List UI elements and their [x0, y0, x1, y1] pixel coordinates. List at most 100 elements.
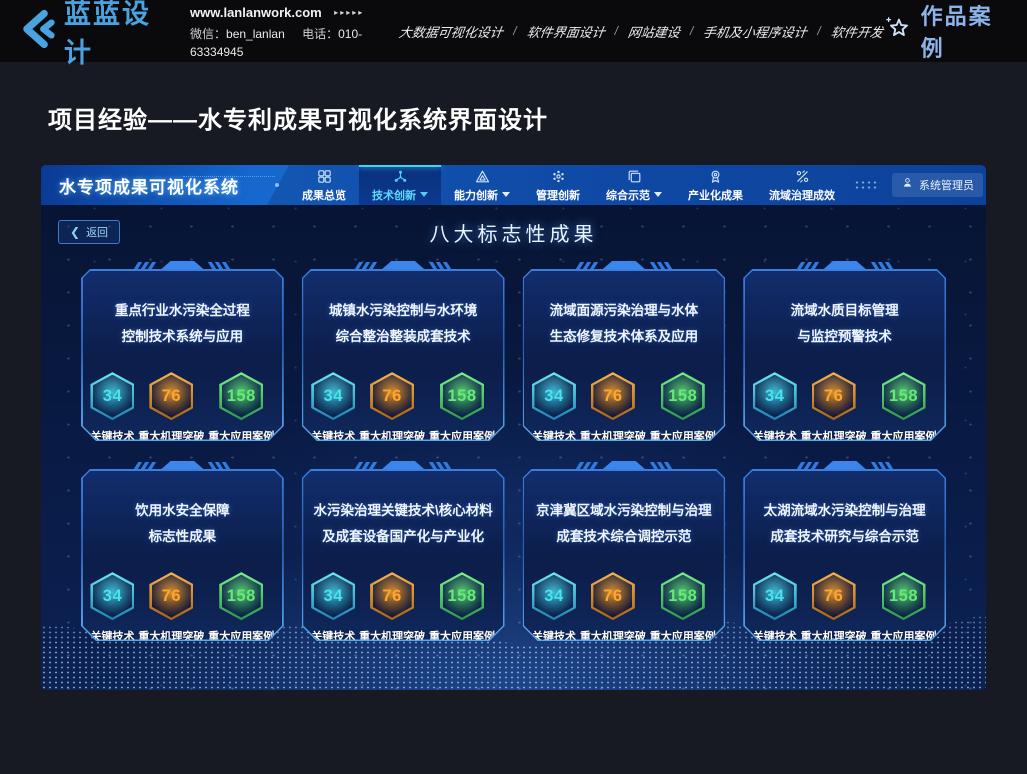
badge-value: 158 [448, 587, 477, 606]
wechat-label: 微信： [190, 27, 226, 41]
card-title-line2: 成套技术综合调控示范 [524, 524, 724, 550]
badge-hexagon-icon: 34 [90, 572, 134, 620]
badge-hexagon-icon: 158 [661, 372, 705, 420]
header-menu: 大数据可视化设计/软件界面设计/网站建设/手机及小程序设计/软件开发 [399, 22, 882, 41]
back-button[interactable]: ❮ 返回 [58, 220, 120, 244]
badges-row: 34 关键技术 76 重大机理突破 158 重大应用案例 [303, 372, 503, 444]
menu-separator: / [817, 24, 820, 38]
section-heading: 八大标志性成果 [41, 205, 986, 247]
achievement-card[interactable]: 水污染治理关键技术\核心材料 及成套设备国产化与产业化 34 关键技术 76 重… [302, 469, 505, 641]
nav-item[interactable]: 能力创新 [441, 165, 523, 205]
chevron-left-icon: ❮ [70, 226, 80, 238]
badge-label: 关键技术 [311, 628, 355, 644]
stat-badge: 158 重大应用案例 [429, 572, 495, 644]
website-arrows: ▸▸▸▸▸ [334, 8, 364, 17]
stat-badge: 76 重大机理突破 [580, 572, 646, 644]
dropdown-caret-icon [654, 192, 662, 197]
stat-badge: 34 关键技术 [532, 372, 576, 444]
badge-value: 34 [544, 587, 563, 606]
achievement-card[interactable]: 流域水质目标管理 与监控预警技术 34 关键技术 76 重大机理突破 158 重… [743, 269, 946, 441]
card-title-line1: 流域面源污染治理与水体 [524, 298, 724, 324]
badge-value: 34 [324, 587, 343, 606]
website-link[interactable]: www.lanlanwork.com [190, 5, 322, 20]
badge-label: 重大应用案例 [650, 628, 716, 644]
dots-decoration [854, 180, 880, 190]
badge-hexagon-icon: 158 [882, 572, 926, 620]
nav-item-label: 流域治理成效 [769, 187, 835, 203]
wechat-value: ben_lanlan [226, 27, 285, 41]
nav-item[interactable]: 技术创新 [359, 165, 441, 205]
nav-item-label: 综合示范 [606, 187, 650, 203]
achievement-card[interactable]: 城镇水污染控制与水环境 综合整治整装成套技术 34 关键技术 76 重大机理突破… [302, 269, 505, 441]
badge-hexagon-icon: 34 [532, 372, 576, 420]
nav-item[interactable]: 综合示范 [593, 165, 675, 205]
badge-hexagon-icon: 76 [812, 372, 856, 420]
menu-separator: / [615, 24, 618, 38]
badge-value: 76 [382, 387, 401, 406]
phone-label: 电话： [302, 27, 338, 41]
nav-item[interactable]: 产业化成果 [675, 165, 756, 205]
card-title-line2: 控制技术系统与应用 [83, 324, 283, 350]
card-title-line1: 水污染治理关键技术\核心材料 [303, 498, 503, 524]
card-inner: 流域面源污染治理与水体 生态修复技术体系及应用 34 关键技术 76 重大机理突… [524, 271, 724, 440]
card-top-decoration [136, 261, 228, 269]
site-header: 蓝蓝设计 www.lanlanwork.com ▸▸▸▸▸ 微信：ben_lan… [0, 0, 1027, 62]
admin-button[interactable]: 系统管理员 [892, 173, 983, 197]
dashboard-content: ❮ 返回 八大标志性成果 重点行业水污染全过程 控制技术系统与应用 34 关键技… [41, 205, 986, 690]
admin-label: 系统管理员 [919, 177, 974, 193]
portfolio-button[interactable]: 作品案例 [883, 0, 1007, 63]
card-title-line2: 与监控预警技术 [745, 324, 945, 350]
achievement-card[interactable]: 饮用水安全保障 标志性成果 34 关键技术 76 重大机理突破 158 重大应用… [81, 469, 284, 641]
card-title-line1: 流域水质目标管理 [745, 298, 945, 324]
achievement-card[interactable]: 京津冀区域水污染控制与治理 成套技术综合调控示范 34 关键技术 76 重大机理… [523, 469, 726, 641]
badges-row: 34 关键技术 76 重大机理突破 158 重大应用案例 [745, 372, 945, 444]
badges-row: 34 关键技术 76 重大机理突破 158 重大应用案例 [83, 372, 283, 444]
header-menu-item[interactable]: 手机及小程序设计 [702, 22, 809, 41]
badge-hexagon-icon: 34 [753, 372, 797, 420]
badge-hexagon-icon: 158 [882, 372, 926, 420]
card-title: 水污染治理关键技术\核心材料 及成套设备国产化与产业化 [303, 498, 503, 551]
percent-icon [794, 168, 811, 185]
stat-badge: 34 关键技术 [753, 572, 797, 644]
lanlan-logo-icon [14, 9, 58, 54]
badges-row: 34 关键技术 76 重大机理突破 158 重大应用案例 [83, 572, 283, 644]
stat-badge: 34 关键技术 [532, 572, 576, 644]
badge-value: 76 [162, 587, 181, 606]
header-menu-item[interactable]: 大数据可视化设计 [398, 22, 505, 41]
badges-row: 34 关键技术 76 重大机理突破 158 重大应用案例 [524, 572, 724, 644]
nav-item[interactable]: 流域治理成效 [756, 165, 848, 205]
achievement-card[interactable]: 太湖流域水污染控制与治理 成套技术研究与综合示范 34 关键技术 76 重大机理… [743, 469, 946, 641]
badge-label: 关键技术 [90, 628, 134, 644]
card-title-line2: 及成套设备国产化与产业化 [303, 524, 503, 550]
badge-hexagon-icon: 76 [370, 572, 414, 620]
nav-item[interactable]: 管理创新 [523, 165, 593, 205]
nav-right: 系统管理员 [848, 165, 986, 205]
badge-value: 158 [227, 387, 256, 406]
badge-value: 76 [824, 387, 843, 406]
menu-separator: / [690, 24, 693, 38]
site-logo[interactable]: 蓝蓝设计 [14, 0, 168, 70]
card-top-decoration [578, 461, 670, 469]
dropdown-caret-icon [502, 192, 510, 197]
stat-badge: 34 关键技术 [90, 372, 134, 444]
badge-value: 158 [889, 587, 918, 606]
card-top-decoration [578, 261, 670, 269]
badge-label: 重大应用案例 [871, 628, 937, 644]
header-menu-item[interactable]: 软件界面设计 [525, 22, 606, 41]
badge-label: 重大机理突破 [138, 428, 204, 444]
header-menu-item[interactable]: 软件开发 [829, 22, 884, 41]
card-inner: 流域水质目标管理 与监控预警技术 34 关键技术 76 重大机理突破 158 重… [745, 271, 945, 440]
header-menu-item[interactable]: 网站建设 [627, 22, 682, 41]
nav-item[interactable]: 成果总览 [289, 165, 359, 205]
flower-icon [550, 168, 567, 185]
achievement-card[interactable]: 流域面源污染治理与水体 生态修复技术体系及应用 34 关键技术 76 重大机理突… [523, 269, 726, 441]
nav-item-label: 能力创新 [454, 187, 498, 203]
achievement-card[interactable]: 重点行业水污染全过程 控制技术系统与应用 34 关键技术 76 重大机理突破 1… [81, 269, 284, 441]
card-inner: 水污染治理关键技术\核心材料 及成套设备国产化与产业化 34 关键技术 76 重… [303, 471, 503, 640]
nav-item-label: 管理创新 [536, 187, 580, 203]
card-title: 京津冀区域水污染控制与治理 成套技术综合调控示范 [524, 498, 724, 551]
star-icon [883, 14, 913, 49]
badge-value: 76 [603, 387, 622, 406]
badge-value: 76 [603, 587, 622, 606]
nav-items: 成果总览 技术创新 能力创新 管理创新 综合示范 [289, 165, 848, 205]
